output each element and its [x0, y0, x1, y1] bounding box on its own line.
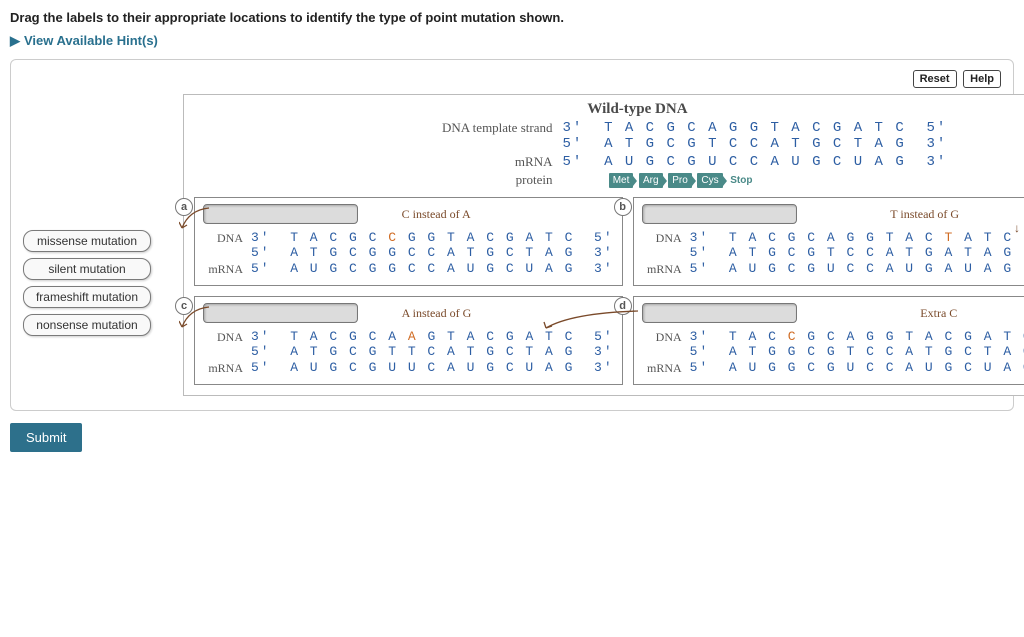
panel-c-dna-bottom: 5' A T G C G T T C A T G C T A G 3' [251, 344, 614, 359]
wildtype-block: Wild-type DNA DNA template strand 3' T A… [194, 101, 1024, 189]
dropzone-a[interactable] [203, 204, 358, 224]
panel-note-a: C instead of A [402, 207, 471, 222]
aa-cys: Cys [697, 173, 722, 188]
panel-d-mrna: 5' A U G G C G U C C A U G C U A G 3' [690, 360, 1024, 375]
panel-a-mrna-label: mRNA [203, 261, 251, 277]
wt-dna-bottom: 5' A T G C G T C C A T G C T A G 3' [562, 136, 902, 152]
hints-label: View Available Hint(s) [24, 33, 158, 48]
activity-panel: Reset Help missense mutation silent muta… [10, 59, 1014, 411]
wt-mrna: 5' A U G C G U C C A U G C U A G 3' [562, 154, 902, 170]
panel-letter-a: a [175, 198, 193, 216]
dropzone-c[interactable] [203, 303, 358, 323]
panel-letter-c: c [175, 297, 193, 315]
wt-dna-top: 3' T A C G C A G G T A C G A T C 5' [562, 120, 902, 136]
wt-label-protein: protein [372, 172, 562, 188]
panel-b-dna-top: 3' T A C G C A G G T A C T A T C 5' [690, 230, 1024, 245]
panel-a-dna-bottom: 5' A T G C G G C C A T G C T A G 3' [251, 245, 614, 260]
dropzone-d[interactable] [642, 303, 797, 323]
mutation-panel-a: a C instead of A DNA 3' T A C G C C G G … [194, 197, 623, 286]
aa-pro: Pro [668, 173, 692, 188]
chevron-right-icon: ▶ [10, 33, 20, 48]
panel-letter-d: d [614, 297, 632, 315]
wt-label-mrna: mRNA [372, 154, 562, 170]
panel-a-dna-top: 3' T A C G C C G G T A C G A T C 5' [251, 230, 614, 245]
drag-label-frameshift[interactable]: frameshift mutation [23, 286, 151, 308]
panel-d-dna-top: 3' T A C C G C A G G T A C G A T C 5' [690, 329, 1024, 344]
toolbar: Reset Help [23, 70, 1001, 88]
dropzone-b[interactable] [642, 204, 797, 224]
drag-label-nonsense[interactable]: nonsense mutation [23, 314, 151, 336]
wt-protein: 5' Met Arg Pro Cys Stop [562, 172, 902, 189]
panel-d-dna-bottom: 5' A T G G C G T C C A T G C T A G 3' [690, 344, 1024, 359]
panel-b-mrna: 5' A U G C G U C C A U G A U A G 3' [690, 261, 1024, 276]
aa-arg: Arg [639, 173, 663, 188]
panel-c-dna-label: DNA [203, 329, 251, 345]
arrow-down-icon: ↓ [1014, 221, 1020, 236]
panel-b-dna-bottom: 5' A T G C G T C C A T G A T A G 3' [690, 245, 1024, 260]
mutation-panel-c: c A instead of G DNA 3' T A C G C A A G … [194, 296, 623, 385]
aa-stop: Stop [728, 173, 754, 188]
panel-a-mrna: 5' A U G C G G C C A U G C U A G 3' [251, 261, 614, 276]
help-button[interactable]: Help [963, 70, 1001, 88]
reset-button[interactable]: Reset [913, 70, 957, 88]
panel-a-dna-label: DNA [203, 230, 251, 246]
panel-note-b: T instead of G ↓ [890, 207, 959, 222]
mutation-panel-d: d Extra C DNA 3' T A C C G C A G G T A C… [633, 296, 1024, 385]
panel-c-dna-top: 3' T A C G C A A G T A C G A T C 5' [251, 329, 614, 344]
submit-button[interactable]: Submit [10, 423, 82, 452]
wt-label-template: DNA template strand [372, 120, 562, 136]
diagram-area: Wild-type DNA DNA template strand 3' T A… [183, 94, 1024, 396]
label-source-column: missense mutation silent mutation frames… [23, 94, 183, 342]
panel-c-mrna: 5' A U G C G U U C A U G C U A G 3' [251, 360, 614, 375]
drag-label-missense[interactable]: missense mutation [23, 230, 151, 252]
panel-b-dna-label: DNA [642, 230, 690, 246]
panel-letter-b: b [614, 198, 632, 216]
drag-label-silent[interactable]: silent mutation [23, 258, 151, 280]
wildtype-title: Wild-type DNA [194, 101, 1024, 118]
panel-d-dna-label: DNA [642, 329, 690, 345]
panel-c-mrna-label: mRNA [203, 360, 251, 376]
aa-met: Met [609, 173, 634, 188]
panel-note-d: Extra C [920, 306, 957, 321]
panel-note-c: A instead of G [402, 306, 472, 321]
panel-b-mrna-label: mRNA [642, 261, 690, 277]
panel-d-mrna-label: mRNA [642, 360, 690, 376]
mutation-panel-b: b T instead of G ↓ DNA 3' T A C G C A G … [633, 197, 1024, 286]
question-text: Drag the labels to their appropriate loc… [10, 10, 1014, 25]
view-hints-toggle[interactable]: ▶ View Available Hint(s) [10, 33, 1014, 49]
